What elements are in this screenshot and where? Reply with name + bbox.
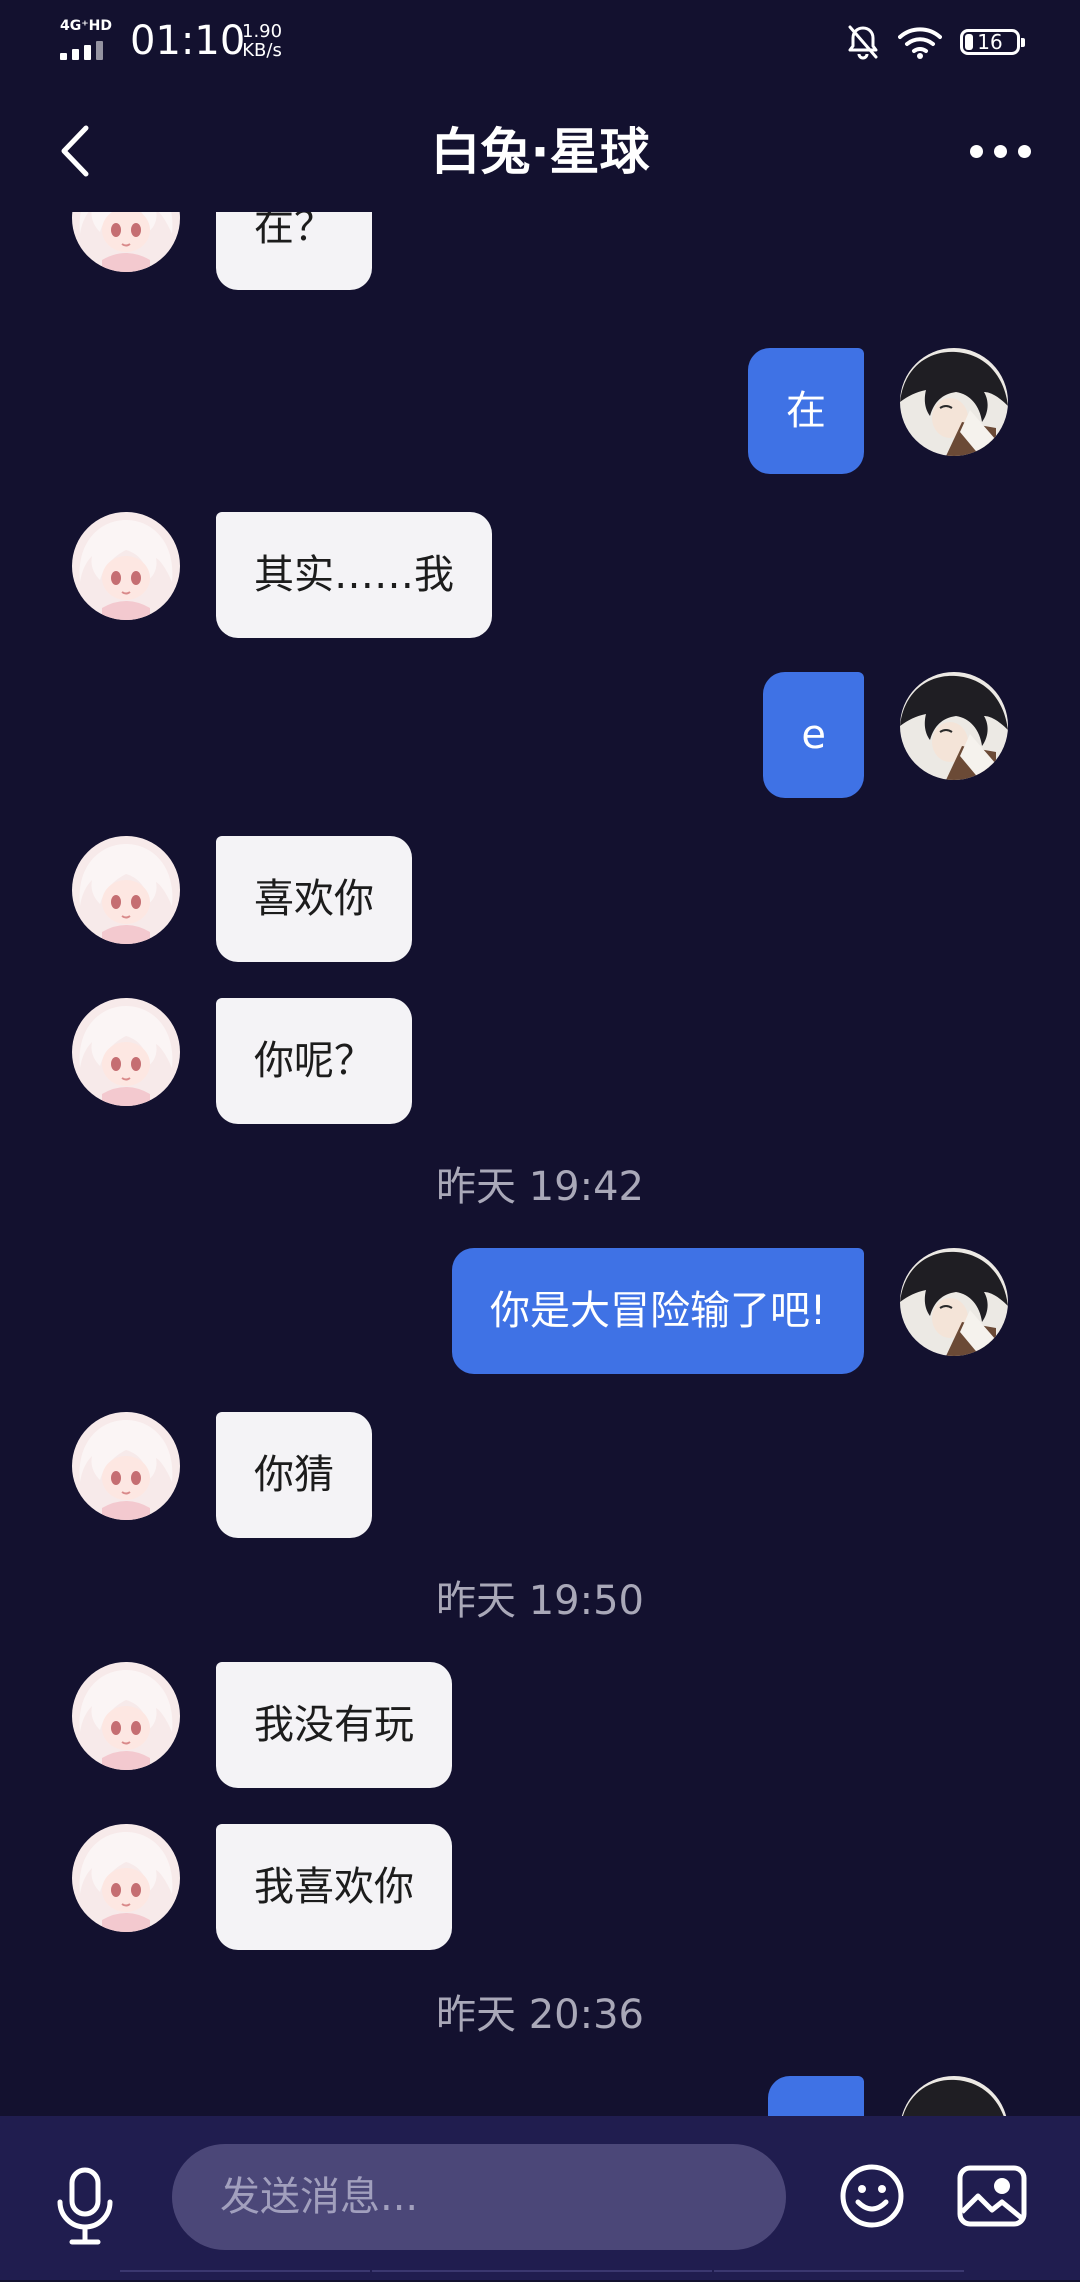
message-incoming: 喜欢你	[0, 836, 1080, 962]
message-bubble[interactable]: 你呢？	[216, 998, 412, 1124]
network-speed: 1.90 KB/s	[242, 22, 282, 60]
user-avatar[interactable]	[900, 672, 1008, 780]
speed-value: 1.90	[242, 21, 283, 42]
message-incoming: 你猜	[0, 1412, 1080, 1538]
input-bar	[0, 2116, 1080, 2280]
boy-avatar-icon	[900, 1248, 1008, 1356]
contact-avatar[interactable]	[72, 1662, 180, 1770]
user-avatar[interactable]	[900, 1248, 1008, 1356]
message-input[interactable]	[172, 2144, 786, 2250]
more-dots-icon	[969, 144, 983, 158]
timestamp-divider: 昨天 20:36	[436, 1992, 644, 2038]
message-bubble[interactable]: e	[763, 672, 864, 798]
bottom-edge	[0, 2268, 1080, 2280]
speed-unit: KB/s	[242, 40, 282, 61]
battery-level: 16	[977, 30, 1003, 54]
contact-avatar[interactable]	[72, 212, 180, 272]
message-bubble[interactable]: 喜欢你	[216, 836, 412, 962]
boy-avatar-icon	[900, 672, 1008, 780]
message-bubble[interactable]	[768, 2076, 864, 2116]
girl-avatar-icon	[72, 512, 180, 620]
more-options-button[interactable]	[960, 126, 1040, 176]
message-bubble[interactable]: 其实……我	[216, 512, 492, 638]
user-avatar[interactable]	[900, 348, 1008, 456]
chat-header: 白兔·星球	[0, 96, 1080, 206]
timestamp-divider: 昨天 19:42	[436, 1164, 644, 1210]
image-button[interactable]	[956, 2162, 1028, 2230]
status-icons: 16	[846, 22, 1025, 62]
message-bubble[interactable]: 你猜	[216, 1412, 372, 1538]
chat-title: 白兔·星球	[430, 123, 650, 181]
wifi-icon	[898, 27, 942, 59]
message-incoming: 我喜欢你	[0, 1824, 1080, 1950]
battery-icon: 16	[960, 29, 1025, 55]
contact-avatar[interactable]	[72, 1824, 180, 1932]
girl-avatar-icon	[72, 998, 180, 1106]
boy-avatar-icon	[900, 348, 1008, 456]
message-outgoing	[0, 2076, 1080, 2116]
message-outgoing: 你是大冒险输了吧!	[0, 1248, 1080, 1374]
user-avatar[interactable]	[900, 2076, 1008, 2116]
status-time: 01:10	[130, 18, 246, 64]
message-bubble[interactable]: 我没有玩	[216, 1662, 452, 1788]
contact-avatar[interactable]	[72, 1412, 180, 1520]
girl-avatar-icon	[72, 1412, 180, 1520]
microphone-icon	[57, 2167, 113, 2245]
mute-bell-icon	[848, 25, 878, 60]
message-outgoing: 在	[0, 348, 1080, 474]
message-bubble[interactable]: 你是大冒险输了吧!	[451, 1248, 864, 1374]
girl-avatar-icon	[72, 1824, 180, 1932]
message-incoming: 在？	[0, 212, 1080, 290]
message-list[interactable]: 在？ 在 其实……我 e 喜欢你 你呢？ 昨天 19:42 你是大冒险输了吧! …	[0, 212, 1080, 2116]
signal-bars-icon	[60, 40, 106, 60]
emoji-icon	[840, 2164, 904, 2228]
girl-avatar-icon	[72, 836, 180, 944]
contact-avatar[interactable]	[72, 836, 180, 944]
message-bubble[interactable]: 在？	[216, 212, 372, 290]
message-incoming: 其实……我	[0, 512, 1080, 638]
contact-avatar[interactable]	[72, 998, 180, 1106]
girl-avatar-icon	[72, 212, 180, 272]
timestamp-divider: 昨天 19:50	[436, 1578, 644, 1624]
status-bar: 4G⁺HD 01:10 1.90 KB/s 16	[0, 0, 1080, 84]
message-incoming: 你呢？	[0, 998, 1080, 1124]
message-bubble[interactable]: 在	[748, 348, 864, 474]
emoji-button[interactable]	[838, 2162, 906, 2230]
message-outgoing: e	[0, 672, 1080, 798]
voice-button[interactable]	[52, 2166, 118, 2246]
girl-avatar-icon	[72, 1662, 180, 1770]
boy-avatar-icon	[900, 2076, 1008, 2116]
image-icon	[957, 2165, 1027, 2227]
message-incoming: 我没有玩	[0, 1662, 1080, 1788]
message-bubble[interactable]: 我喜欢你	[216, 1824, 452, 1950]
network-type: 4G⁺HD	[60, 18, 112, 34]
contact-avatar[interactable]	[72, 512, 180, 620]
